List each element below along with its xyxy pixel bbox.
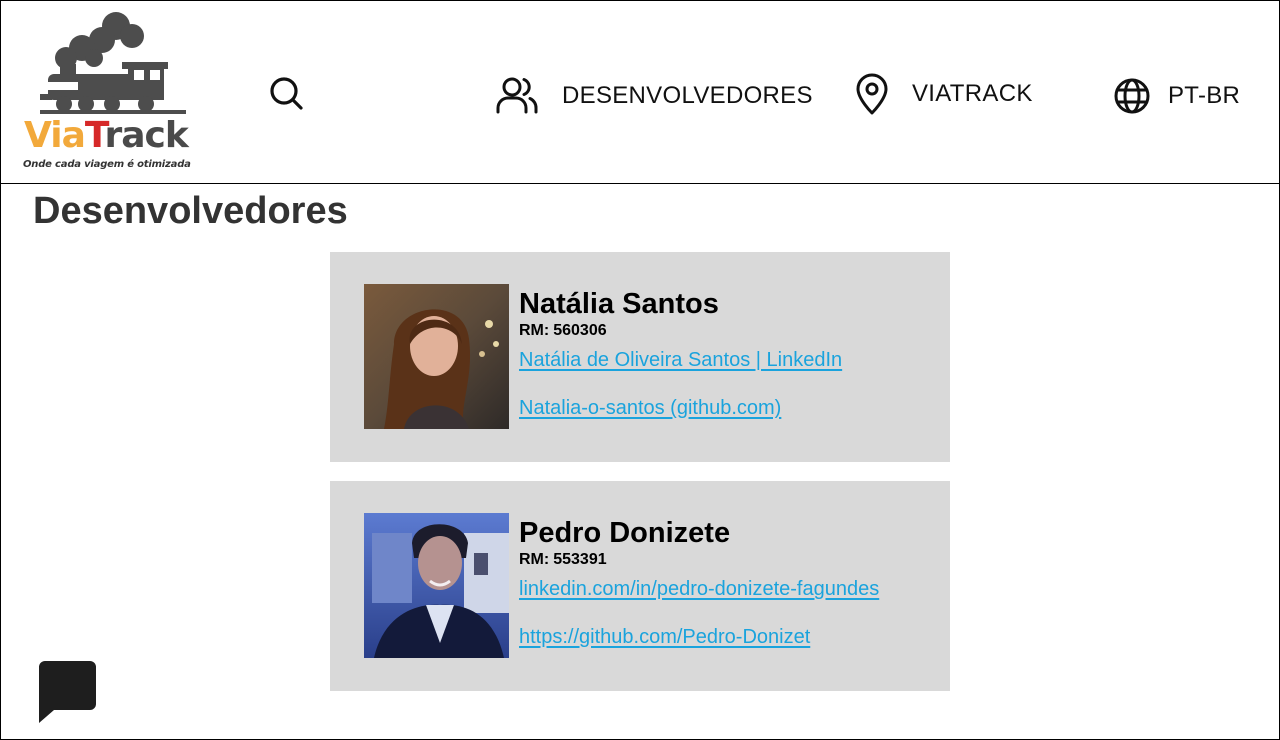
developer-rm: RM: 553391: [519, 551, 607, 569]
globe-icon: [1114, 78, 1150, 114]
search-button[interactable]: [266, 73, 306, 113]
linkedin-link[interactable]: linkedin.com/in/pedro-donizete-fagundes: [519, 578, 879, 601]
developer-card: Pedro Donizete RM: 553391 linkedin.com/in…: [330, 481, 950, 691]
developer-name: Natália Santos: [519, 288, 719, 320]
language-selector[interactable]: PT-BR: [1112, 74, 1240, 118]
nav-item-label: VIATRACK: [912, 80, 1033, 107]
logo-text-via: Via: [24, 115, 86, 156]
nav-item-label: DESENVOLVEDORES: [562, 82, 813, 109]
logo-wordmark: ViaTrack: [24, 115, 189, 156]
logo-text-t: T: [84, 115, 106, 156]
person-photo-icon: [364, 284, 509, 429]
logo-text-rack: rack: [104, 115, 188, 156]
users-icon: [496, 77, 538, 114]
developer-photo: [364, 513, 509, 658]
viatrack-logo[interactable]: ViaTrack Onde cada viagem é otimizada: [20, 8, 192, 174]
rm-value: 553391: [553, 551, 607, 568]
nav-item-viatrack[interactable]: VIATRACK: [854, 70, 1033, 118]
linkedin-link[interactable]: Natália de Oliveira Santos | LinkedIn: [519, 349, 842, 372]
chat-bubble-icon: [39, 661, 96, 723]
developer-photo: [364, 284, 509, 429]
rm-label: RM:: [519, 322, 550, 339]
developer-card: Natália Santos RM: 560306 Natália de Oliv…: [330, 252, 950, 462]
page-title: Desenvolvedores: [33, 190, 348, 232]
train-icon: [40, 12, 186, 114]
chat-button[interactable]: [38, 660, 98, 724]
language-label: PT-BR: [1168, 82, 1241, 109]
top-navbar: ViaTrack Onde cada viagem é otimizada DE…: [0, 0, 1280, 184]
developer-rm: RM: 560306: [519, 322, 607, 340]
rm-value: 560306: [553, 322, 607, 339]
github-link[interactable]: https://github.com/Pedro-Donizet: [519, 626, 810, 649]
map-pin-icon: [856, 73, 888, 115]
logo-tagline: Onde cada viagem é otimizada: [23, 159, 191, 170]
search-icon: [270, 77, 303, 110]
developer-name: Pedro Donizete: [519, 517, 731, 549]
github-link[interactable]: Natalia-o-santos (github.com): [519, 397, 781, 420]
rm-label: RM:: [519, 551, 550, 568]
nav-item-desenvolvedores[interactable]: DESENVOLVEDORES: [494, 74, 813, 118]
person-photo-icon: [364, 513, 509, 658]
